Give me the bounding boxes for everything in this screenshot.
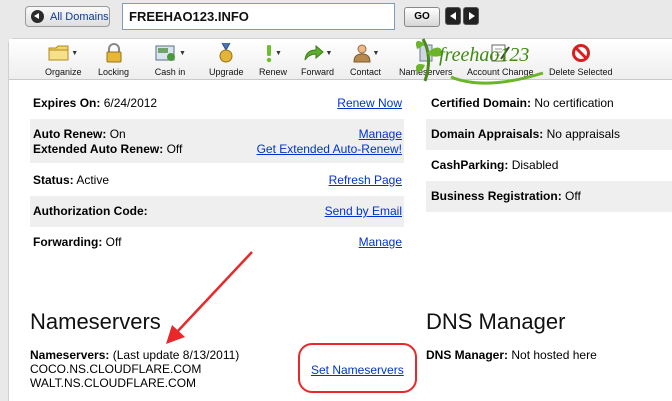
annotation-arrow [166, 251, 253, 344]
